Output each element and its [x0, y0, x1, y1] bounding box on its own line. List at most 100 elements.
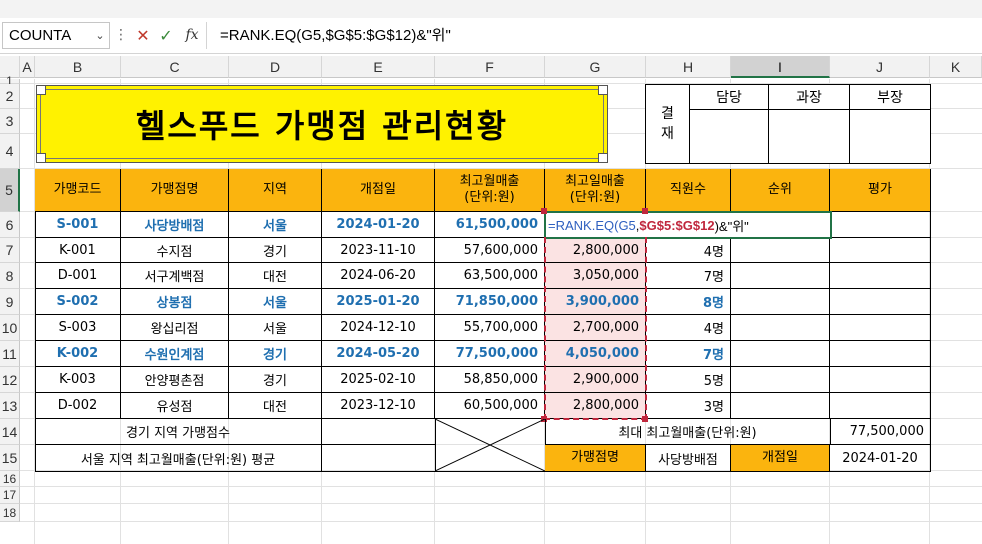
column-header-d[interactable]: D [229, 56, 322, 78]
summary-value[interactable]: 77,500,000 [830, 419, 931, 445]
column-header-a[interactable]: A [20, 56, 35, 78]
table-cell-eval[interactable] [830, 263, 931, 289]
table-cell-name[interactable]: 왕십리점 [121, 315, 229, 341]
row-header-13[interactable]: 13 [0, 393, 20, 419]
table-cell-staff[interactable]: 5명 [646, 367, 731, 393]
row-header-12[interactable]: 12 [0, 367, 20, 393]
approval-sign-box[interactable] [689, 109, 769, 164]
close-icon[interactable]: ✕ [132, 22, 154, 49]
row-header-7[interactable]: 7 [0, 238, 20, 263]
table-cell-month[interactable]: 63,500,000 [435, 263, 545, 289]
approval-sign-box[interactable] [849, 109, 931, 164]
table-cell-eval[interactable] [830, 393, 931, 419]
column-header-k[interactable]: K [930, 56, 982, 78]
row-header-8[interactable]: 8 [0, 263, 20, 289]
summary-value[interactable]: 2024-01-20 [830, 445, 931, 472]
table-cell-region[interactable]: 서울 [229, 315, 322, 341]
column-header-i[interactable]: I [731, 56, 830, 78]
table-cell-code[interactable]: K-002 [35, 341, 121, 367]
table-cell-code[interactable]: S-002 [35, 289, 121, 315]
table-cell-region[interactable]: 경기 [229, 341, 322, 367]
table-cell-month[interactable]: 77,500,000 [435, 341, 545, 367]
column-header-c[interactable]: C [121, 56, 229, 78]
table-cell-rank[interactable] [731, 315, 830, 341]
table-cell-rank[interactable] [731, 341, 830, 367]
table-cell-code[interactable]: D-002 [35, 393, 121, 419]
column-header-b[interactable]: B [35, 56, 121, 78]
row-header-10[interactable]: 10 [0, 315, 20, 341]
row-header-18[interactable]: 18 [0, 504, 20, 522]
table-cell-name[interactable]: 사당방배점 [121, 212, 229, 238]
table-cell-region[interactable]: 서울 [229, 289, 322, 315]
formula-input[interactable]: =RANK.EQ(G5,$G$5:$G$12)&"위" [220, 22, 970, 49]
row-header-3[interactable]: 3 [0, 109, 20, 134]
row-header-4[interactable]: 4 [0, 134, 20, 169]
row-header-15[interactable]: 15 [0, 445, 20, 471]
table-cell-month[interactable]: 60,500,000 [435, 393, 545, 419]
table-cell-eval[interactable] [830, 238, 931, 263]
table-cell-open[interactable]: 2023-12-10 [322, 393, 435, 419]
row-header-5[interactable]: 5 [0, 169, 20, 212]
table-cell-region[interactable]: 경기 [229, 367, 322, 393]
table-cell-month[interactable]: 71,850,000 [435, 289, 545, 315]
table-cell-staff[interactable]: 4명 [646, 315, 731, 341]
table-cell-name[interactable]: 안양평촌점 [121, 367, 229, 393]
table-cell-open[interactable]: 2024-06-20 [322, 263, 435, 289]
table-cell-open[interactable]: 2024-12-10 [322, 315, 435, 341]
table-cell-code[interactable]: S-003 [35, 315, 121, 341]
row-header-16[interactable]: 16 [0, 471, 20, 487]
table-cell-staff[interactable]: 4명 [646, 238, 731, 263]
row-header-9[interactable]: 9 [0, 289, 20, 315]
table-cell-day[interactable]: 2,800,000 [545, 238, 646, 263]
row-header-2[interactable]: 2 [0, 84, 20, 109]
table-cell-name[interactable]: 수원인계점 [121, 341, 229, 367]
more-options-icon[interactable]: ⋮ [114, 22, 128, 49]
table-cell-month[interactable]: 57,600,000 [435, 238, 545, 263]
table-cell-name[interactable]: 유성점 [121, 393, 229, 419]
table-cell-day[interactable]: 2,700,000 [545, 315, 646, 341]
summary-value[interactable]: 사당방배점 [646, 445, 731, 472]
table-cell-rank[interactable] [731, 393, 830, 419]
table-cell-day[interactable]: 2,900,000 [545, 367, 646, 393]
table-cell-rank[interactable] [731, 289, 830, 315]
table-cell-open[interactable]: 2025-01-20 [322, 289, 435, 315]
table-cell-open[interactable]: 2025-02-10 [322, 367, 435, 393]
approval-sign-box[interactable] [768, 109, 850, 164]
row-header-14[interactable]: 14 [0, 419, 20, 445]
check-icon[interactable]: ✓ [155, 22, 177, 49]
chevron-down-icon[interactable]: ⌄ [92, 22, 108, 49]
table-cell-eval[interactable] [830, 341, 931, 367]
table-cell-name[interactable]: 상봉점 [121, 289, 229, 315]
table-cell-code[interactable]: S-001 [35, 212, 121, 238]
table-cell-eval[interactable] [830, 367, 931, 393]
table-cell-day[interactable]: 4,050,000 [545, 341, 646, 367]
column-header-j[interactable]: J [830, 56, 930, 78]
active-cell-editor[interactable]: =RANK.EQ(G5, $G$5:$G$12)&"위" [544, 211, 832, 239]
table-cell-name[interactable]: 수지점 [121, 238, 229, 263]
table-cell-month[interactable]: 61,500,000 [435, 212, 545, 238]
table-cell-eval[interactable] [830, 289, 931, 315]
table-cell-rank[interactable] [731, 238, 830, 263]
table-cell-open[interactable]: 2023-11-10 [322, 238, 435, 263]
table-cell-staff[interactable]: 7명 [646, 263, 731, 289]
table-cell-month[interactable]: 55,700,000 [435, 315, 545, 341]
insert-function-icon[interactable]: fx [180, 22, 204, 49]
table-cell-open[interactable]: 2024-01-20 [322, 212, 435, 238]
table-cell-region[interactable]: 서울 [229, 212, 322, 238]
range-handle[interactable] [541, 208, 547, 214]
table-cell-month[interactable]: 58,850,000 [435, 367, 545, 393]
table-cell-eval[interactable] [830, 212, 931, 238]
table-cell-rank[interactable] [731, 367, 830, 393]
column-header-h[interactable]: H [646, 56, 731, 78]
row-header-6[interactable]: 6 [0, 212, 20, 238]
summary-value[interactable] [322, 419, 436, 445]
table-cell-staff[interactable]: 3명 [646, 393, 731, 419]
table-cell-open[interactable]: 2024-05-20 [322, 341, 435, 367]
table-cell-region[interactable]: 대전 [229, 393, 322, 419]
table-cell-day[interactable]: 3,050,000 [545, 263, 646, 289]
table-cell-staff[interactable]: 8명 [646, 289, 731, 315]
table-cell-eval[interactable] [830, 315, 931, 341]
table-cell-code[interactable]: D-001 [35, 263, 121, 289]
table-cell-staff[interactable]: 7명 [646, 341, 731, 367]
range-handle[interactable] [642, 208, 648, 214]
